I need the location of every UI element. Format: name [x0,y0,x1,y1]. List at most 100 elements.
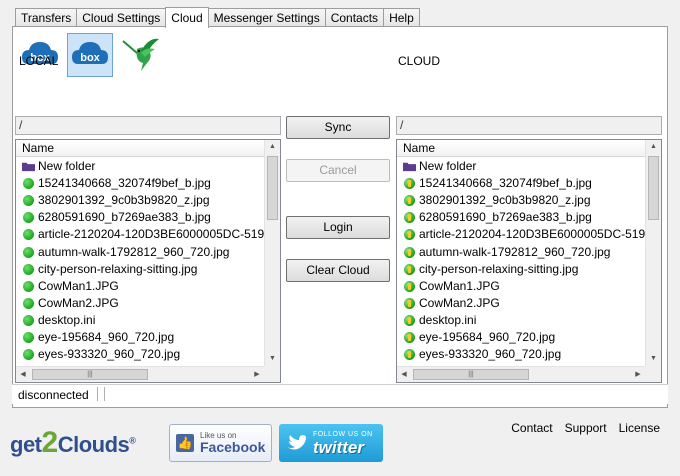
cancel-button[interactable]: Cancel [286,159,390,182]
file-row[interactable]: CowMan2.JPG [16,295,264,312]
contact-link[interactable]: Contact [511,421,552,435]
file-name: 6280591690_b7269ae383_b.jpg [38,210,211,225]
file-name: eyes-933320_960_720.jpg [419,347,562,362]
twitter-text: FOLLOW US ON twitter [313,430,373,457]
logo-registered-mark: ® [129,435,136,446]
scroll-down-icon[interactable]: ▼ [646,352,661,366]
scroll-left-icon[interactable]: ◀ [16,367,30,382]
local-file-list[interactable]: Name New folder 15241340668_32074f9bef_b.… [15,139,281,383]
file-row[interactable]: city-person-relaxing-sitting.jpg [16,261,264,278]
local-name-column-header[interactable]: Name [16,140,280,157]
file-row[interactable]: 3802901392_9c0b3b9820_z.jpg [16,192,264,209]
file-row[interactable]: 15241340668_32074f9bef_b.jpg [397,175,645,192]
file-row[interactable]: eyes-933320_960_720.jpg [16,346,264,363]
folder-row[interactable]: New folder [16,158,264,175]
box-button-selected[interactable]: box [67,33,113,77]
cloud-name-column-header[interactable]: Name [397,140,661,157]
synced-status-icon [404,178,415,190]
file-row[interactable]: 15241340668_32074f9bef_b.jpg [16,175,264,192]
file-row[interactable]: autumn-walk-1792812_960_720.jpg [397,243,645,260]
cloud-horizontal-scrollbar[interactable]: ◀ ||| ▶ [397,366,645,382]
file-row[interactable]: eye-195684_960_720.jpg [16,329,264,346]
scroll-thumb[interactable]: ||| [413,369,529,380]
local-status-icon [23,297,34,309]
file-row[interactable]: eyes-933320_960_720.jpg [397,346,645,363]
tab-help[interactable]: Help [383,8,420,27]
facebook-button[interactable]: 👍 Like us on Facebook [169,424,272,462]
folder-row[interactable]: New folder [397,158,645,175]
connection-status: disconnected [18,388,89,402]
file-name: city-person-relaxing-sitting.jpg [38,261,198,276]
sync-button[interactable]: Sync [286,116,390,139]
file-row[interactable]: city-person-relaxing-sitting.jpg [397,261,645,278]
footer-links: Contact Support License [511,421,660,435]
local-status-icon [23,229,34,241]
status-divider [97,387,98,401]
file-row[interactable]: 6280591690_b7269ae383_b.jpg [397,209,645,226]
svg-text:box: box [80,52,100,64]
file-name: 15241340668_32074f9bef_b.jpg [38,176,211,191]
scroll-thumb[interactable]: ||| [32,369,148,380]
support-link[interactable]: Support [565,421,607,435]
cloud-vertical-scrollbar[interactable]: ▲ ▼ [645,140,661,366]
file-row[interactable]: autumn-walk-1792812_960_720.jpg [16,243,264,260]
local-rows: New folder 15241340668_32074f9bef_b.jpg 38… [16,158,264,366]
local-status-icon [23,280,34,292]
local-status-icon [23,349,34,361]
local-path-input[interactable]: / [15,116,281,135]
clear-cloud-button[interactable]: Clear Cloud [286,259,390,282]
tab-contacts[interactable]: Contacts [324,8,385,27]
local-status-icon [23,178,34,190]
file-row[interactable]: 3802901392_9c0b3b9820_z.jpg [397,192,645,209]
file-row[interactable]: article-2120204-120D3BE6000005DC-519_19 [16,226,264,243]
file-name: New folder [38,159,96,174]
file-row[interactable]: article-2120204-120D3BE6000005DC-519_19 [397,226,645,243]
scroll-thumb[interactable] [267,156,278,220]
file-name: desktop.ini [419,312,477,327]
cloud-file-list[interactable]: Name New folder 15241340668_32074f9bef_b.… [396,139,662,383]
cloud-rows: New folder 15241340668_32074f9bef_b.jpg 38… [397,158,645,366]
local-vertical-scrollbar[interactable]: ▲ ▼ [264,140,280,366]
hummingbird-button[interactable] [117,33,163,77]
local-status-icon [23,331,34,343]
file-row[interactable]: eye-195684_960_720.jpg [397,329,645,346]
tab-cloud-settings[interactable]: Cloud Settings [76,8,167,27]
tab-cloud[interactable]: Cloud [165,7,209,28]
scroll-corner [645,366,661,382]
scroll-up-icon[interactable]: ▲ [265,140,280,154]
file-row[interactable]: CowMan2.JPG [397,295,645,312]
scroll-down-icon[interactable]: ▼ [265,352,280,366]
file-name: 3802901392_9c0b3b9820_z.jpg [38,193,210,208]
file-name: autumn-walk-1792812_960_720.jpg [419,244,611,259]
local-horizontal-scrollbar[interactable]: ◀ ||| ▶ [16,366,264,382]
file-row[interactable]: desktop.ini [16,312,264,329]
file-row[interactable]: CowMan1.JPG [16,278,264,295]
scroll-thumb[interactable] [648,156,659,220]
scroll-up-icon[interactable]: ▲ [646,140,661,154]
cloud-path-input[interactable]: / [396,116,662,135]
scroll-right-icon[interactable]: ▶ [631,367,645,382]
file-row[interactable]: CowMan1.JPG [397,278,645,295]
file-name: article-2120204-120D3BE6000005DC-519_19 [38,227,264,242]
folder-icon [22,162,35,172]
tab-messenger-settings[interactable]: Messenger Settings [207,8,326,27]
file-name: autumn-walk-1792812_960_720.jpg [38,244,230,259]
scroll-right-icon[interactable]: ▶ [250,367,264,382]
logo-prefix: get [10,432,42,457]
local-status-icon [23,195,34,207]
synced-status-icon [404,246,415,258]
folder-icon [403,162,416,172]
license-link[interactable]: License [619,421,660,435]
file-row[interactable]: desktop.ini [397,312,645,329]
scroll-left-icon[interactable]: ◀ [397,367,411,382]
synced-status-icon [404,280,415,292]
file-name: CowMan2.JPG [38,295,119,310]
logo-suffix: Clouds [57,432,130,457]
tab-bar: Transfers Cloud Settings Cloud Messenger… [15,7,420,28]
login-button[interactable]: Login [286,216,390,239]
synced-status-icon [404,349,415,361]
twitter-bird-icon [287,435,306,450]
twitter-button[interactable]: FOLLOW US ON twitter [279,424,383,462]
file-row[interactable]: 6280591690_b7269ae383_b.jpg [16,209,264,226]
tab-transfers[interactable]: Transfers [15,8,78,27]
